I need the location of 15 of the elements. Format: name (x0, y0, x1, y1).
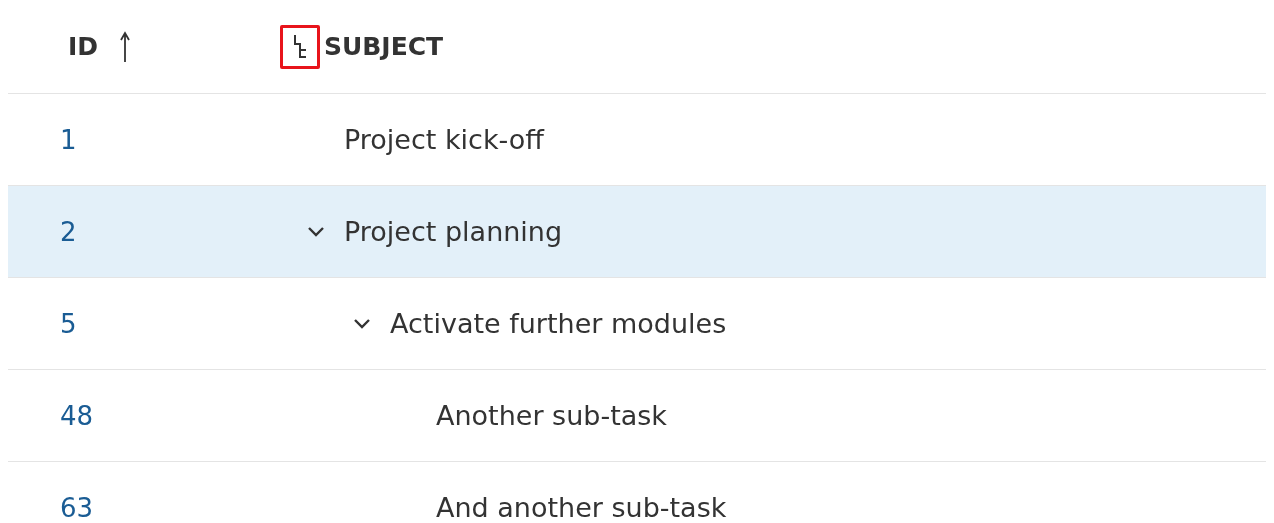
id-link[interactable]: 63 (8, 492, 280, 523)
hierarchy-icon[interactable] (292, 33, 308, 60)
id-link[interactable]: 1 (8, 124, 280, 155)
subject-text: Project planning (344, 216, 563, 247)
subject-text: Activate further modules (390, 308, 727, 339)
column-header[interactable]: SUBJECT (324, 32, 444, 61)
column-header[interactable]: ID (68, 32, 99, 61)
subject-text: Another sub-task (436, 400, 667, 431)
subject-text: And another sub-task (436, 492, 727, 523)
id-link[interactable]: 48 (8, 400, 280, 431)
subject-text: Project kick-off (344, 124, 544, 155)
sort-ascending-icon[interactable] (120, 30, 131, 63)
id-link[interactable]: 5 (8, 308, 280, 339)
id-link[interactable]: 2 (8, 216, 280, 247)
table-row[interactable]: 2 Project planning (8, 186, 1266, 278)
